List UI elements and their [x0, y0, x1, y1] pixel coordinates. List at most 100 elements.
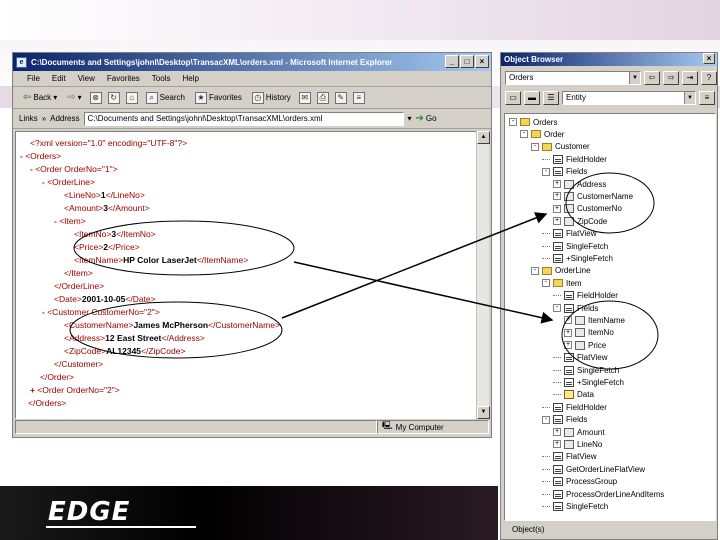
expand-icon[interactable]: +	[553, 217, 561, 226]
stop-icon[interactable]: ⊗	[89, 91, 102, 104]
address-dropdown-icon[interactable]: ▾	[408, 114, 412, 123]
address-input[interactable]: C:\Documents and Settings\johnl\Desktop\…	[83, 111, 404, 126]
back-arrow-icon[interactable]: ⇦	[644, 71, 660, 85]
scroll-up-icon[interactable]: ▲	[477, 131, 490, 144]
options-icon[interactable]: ≡	[699, 91, 715, 105]
tree-item[interactable]: + ZipCode	[553, 215, 607, 227]
entity-view-icon[interactable]: ▬	[524, 91, 540, 105]
collapse-icon[interactable]: -	[542, 167, 550, 176]
list-view-icon[interactable]: ☰	[543, 91, 559, 105]
tree-item[interactable]: + LineNo	[553, 438, 602, 450]
chevron-down-icon[interactable]: ▼	[684, 92, 695, 104]
expand-icon[interactable]: +	[553, 204, 561, 213]
tree-item[interactable]: +SingleFetch	[542, 252, 613, 264]
tree-item[interactable]: ProcessOrderLineAndItems	[542, 488, 664, 500]
expand-icon[interactable]: +	[553, 440, 561, 449]
tree-item[interactable]: - OrderLine	[531, 265, 591, 277]
menu-help[interactable]: Help	[182, 74, 198, 83]
collapse-icon[interactable]: -	[553, 304, 561, 312]
tree-item[interactable]: FieldHolder	[542, 401, 607, 413]
discuss-icon[interactable]: ≡	[352, 91, 365, 104]
filter-select[interactable]: Entity ▼	[562, 91, 696, 105]
close-button[interactable]: ×	[703, 53, 715, 64]
field-icon	[564, 427, 574, 437]
tree-item[interactable]: FlatView	[542, 451, 597, 463]
tree-item[interactable]: + Amount	[553, 426, 605, 438]
scroll-down-icon[interactable]: ▼	[477, 406, 490, 419]
close-button[interactable]: ×	[475, 55, 489, 68]
tree-item[interactable]: - Customer	[531, 141, 590, 153]
menu-view[interactable]: View	[78, 74, 95, 83]
xml-line[interactable]: - <Customer CustomerNo="2">	[42, 307, 160, 317]
ie-vertical-scrollbar[interactable]: ▲ ▼	[476, 131, 490, 419]
maximize-button[interactable]: □	[460, 55, 474, 68]
help-icon[interactable]: ?	[701, 71, 717, 85]
forward-arrow-icon[interactable]: ⇨	[663, 71, 679, 85]
folder-view-icon[interactable]: ▭	[505, 91, 521, 105]
chevron-down-icon[interactable]: ▼	[629, 72, 640, 84]
go-button[interactable]: ➔ Go	[416, 113, 437, 124]
tree-item[interactable]: FlatView	[542, 228, 597, 240]
expand-icon[interactable]: +	[553, 192, 561, 201]
print-icon[interactable]: ⎙	[316, 91, 329, 104]
favorites-button[interactable]: ★ Favorites	[193, 91, 244, 105]
minimize-button[interactable]: _	[445, 55, 459, 68]
expand-icon[interactable]: +	[564, 341, 572, 350]
xml-line[interactable]: + <Order OrderNo="2">	[30, 385, 120, 395]
tree-item[interactable]: Data	[553, 389, 594, 401]
mail-icon[interactable]: ✉	[298, 91, 311, 104]
edit-icon[interactable]: ✎	[334, 91, 347, 104]
forward-button[interactable]: ⇨ ▾	[65, 91, 83, 104]
back-button[interactable]: ⇦ Back ▾	[21, 91, 59, 104]
tree-item[interactable]: +SingleFetch	[553, 376, 624, 388]
tree-item[interactable]: + ItemName	[564, 314, 625, 326]
tree-item[interactable]: - Item	[542, 277, 582, 289]
expand-icon[interactable]: +	[553, 428, 561, 436]
tree-item[interactable]: SingleFetch	[542, 500, 608, 512]
ob-tree[interactable]: - Orders - Order - Customer FieldHolder - Fields…	[504, 113, 716, 521]
search-button[interactable]: ⌕ Search	[144, 91, 187, 105]
tree-item[interactable]: + Address	[553, 178, 606, 190]
home-icon[interactable]: ⌂	[125, 91, 138, 104]
links-label[interactable]: Links	[19, 114, 38, 123]
tree-item[interactable]: FlatView	[553, 352, 608, 364]
menu-tools[interactable]: Tools	[152, 74, 171, 83]
tree-item[interactable]: - Order	[520, 128, 564, 140]
refresh-icon[interactable]: ↻	[107, 91, 120, 104]
goto-icon[interactable]: ⇥	[682, 71, 698, 85]
menu-file[interactable]: File	[27, 74, 40, 83]
tree-item[interactable]: + ItemNo	[564, 327, 614, 339]
tree-item[interactable]: - Fields	[553, 302, 598, 314]
xml-line[interactable]: - <Orders>	[20, 151, 61, 161]
collapse-icon[interactable]: -	[509, 118, 517, 126]
tree-item[interactable]: - Fields	[542, 414, 587, 426]
tree-item[interactable]: + CustomerName	[553, 190, 633, 202]
xml-line[interactable]: - <Item>	[54, 216, 86, 226]
tree-item[interactable]: FieldHolder	[553, 290, 618, 302]
xml-line[interactable]: - <OrderLine>	[42, 177, 95, 187]
history-button[interactable]: ◷ History	[250, 91, 293, 105]
field-icon	[564, 216, 574, 226]
menu-favorites[interactable]: Favorites	[107, 74, 140, 83]
tree-item-label: ProcessOrderLineAndItems	[566, 489, 665, 499]
tree-item[interactable]: ProcessGroup	[542, 476, 617, 488]
tree-item[interactable]: GetOrderLineFlatView	[542, 463, 645, 475]
tree-item[interactable]: + CustomerNo	[553, 203, 622, 215]
tree-item[interactable]: SingleFetch	[542, 240, 608, 252]
menu-edit[interactable]: Edit	[52, 74, 66, 83]
expand-icon[interactable]: +	[564, 328, 572, 337]
collapse-icon[interactable]: -	[520, 130, 528, 139]
tree-item[interactable]: SingleFetch	[553, 364, 619, 376]
object-select[interactable]: Orders ▼	[505, 71, 641, 85]
tree-item[interactable]: FieldHolder	[542, 153, 607, 165]
collapse-icon[interactable]: -	[531, 266, 539, 275]
tree-item[interactable]: + Price	[564, 339, 606, 351]
expand-icon[interactable]: +	[564, 316, 572, 325]
expand-icon[interactable]: +	[553, 180, 561, 188]
collapse-icon[interactable]: -	[542, 415, 550, 424]
tree-item[interactable]: - Fields	[542, 166, 587, 178]
tree-item[interactable]: - Orders	[509, 116, 557, 128]
xml-line[interactable]: - <Order OrderNo="1">	[30, 164, 118, 174]
collapse-icon[interactable]: -	[531, 142, 539, 151]
collapse-icon[interactable]: -	[542, 279, 550, 288]
